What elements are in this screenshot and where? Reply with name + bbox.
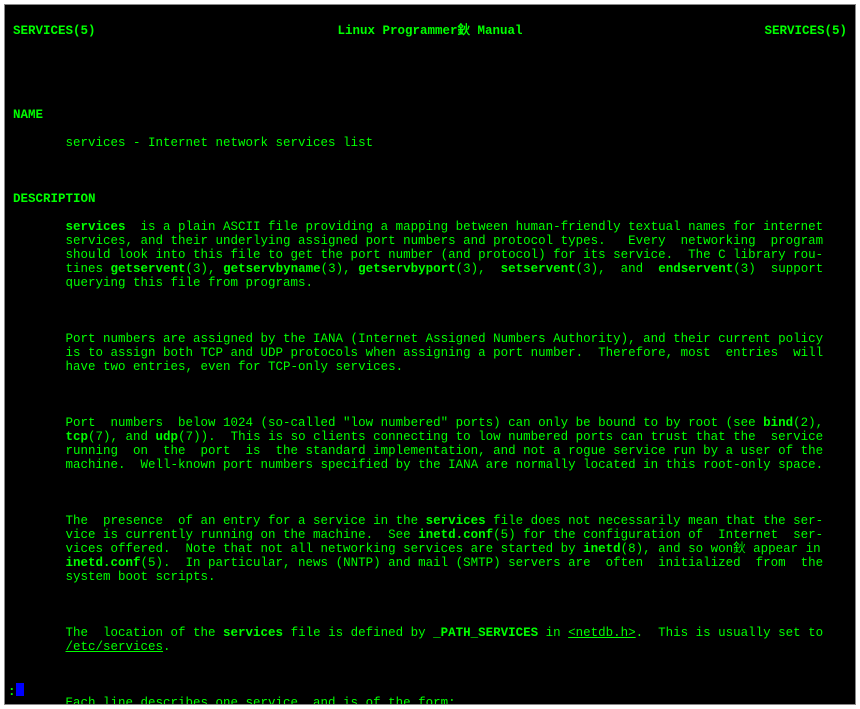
- desc-para-2: Port numbers are assigned by the IANA (I…: [13, 332, 847, 374]
- section-description-heading: DESCRIPTION: [13, 192, 847, 206]
- man-header-center: Linux Programmer鈥 Manual: [96, 24, 765, 38]
- desc-para-1: services is a plain ASCII file providing…: [13, 220, 847, 290]
- man-header-right: SERVICES(5): [764, 24, 847, 38]
- cursor-icon: [16, 683, 24, 696]
- desc-para-5: The location of the services file is def…: [13, 626, 847, 654]
- desc-para-3: Port numbers below 1024 (so-called "low …: [13, 416, 847, 472]
- desc-para-6: Each line describes one service, and is …: [13, 696, 847, 704]
- man-header: SERVICES(5)Linux Programmer鈥 ManualSERVI…: [13, 24, 847, 38]
- man-page-viewer[interactable]: SERVICES(5)Linux Programmer鈥 ManualSERVI…: [5, 5, 855, 704]
- man-header-left: SERVICES(5): [13, 24, 96, 38]
- desc-para-4: The presence of an entry for a service i…: [13, 514, 847, 584]
- section-name-heading: NAME: [13, 108, 847, 122]
- name-line: services - Internet network services lis…: [13, 136, 847, 150]
- pager-prompt[interactable]: :: [8, 683, 24, 699]
